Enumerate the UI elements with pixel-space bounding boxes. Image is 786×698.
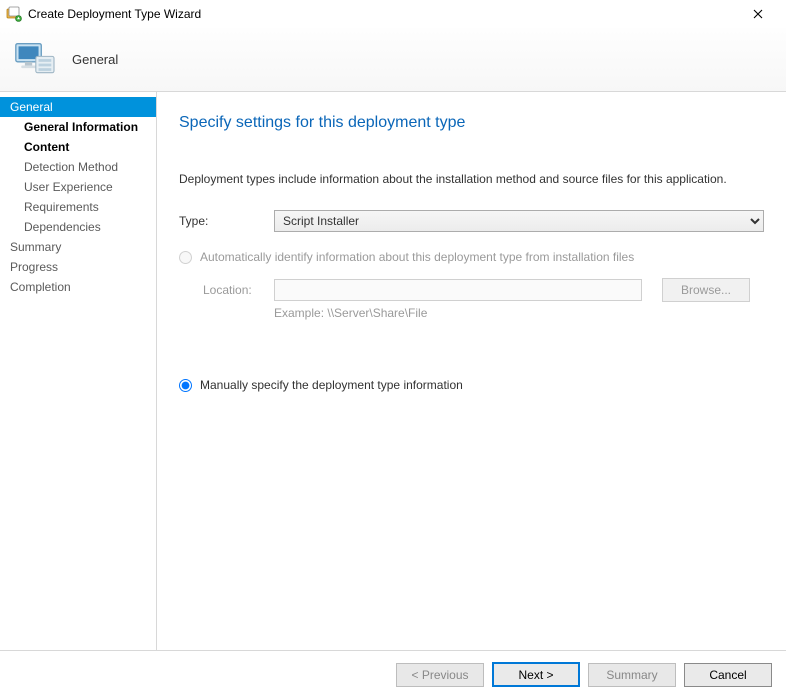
radio-auto: Automatically identify information about… [179, 250, 764, 264]
radio-auto-input [179, 251, 192, 264]
close-button[interactable] [738, 0, 778, 28]
header-banner: General [0, 28, 786, 92]
footer: < Previous Next > Summary Cancel [0, 650, 786, 698]
radio-manual-label: Manually specify the deployment type inf… [200, 378, 463, 392]
sidebar-item-content[interactable]: Content [0, 137, 156, 157]
content-pane: Specify settings for this deployment typ… [157, 92, 786, 650]
sidebar-item-requirements[interactable]: Requirements [0, 197, 156, 217]
sidebar-item-general[interactable]: General [0, 97, 156, 117]
titlebar: Create Deployment Type Wizard [0, 0, 786, 28]
page-heading: Specify settings for this deployment typ… [179, 114, 764, 132]
summary-button: Summary [588, 663, 676, 687]
app-icon [6, 6, 22, 22]
radio-auto-label: Automatically identify information about… [200, 250, 634, 264]
radio-manual-input[interactable] [179, 379, 192, 392]
cancel-button[interactable]: Cancel [684, 663, 772, 687]
sidebar-item-progress[interactable]: Progress [0, 257, 156, 277]
sidebar-item-completion[interactable]: Completion [0, 277, 156, 297]
sidebar-item-summary[interactable]: Summary [0, 237, 156, 257]
type-select[interactable]: Script Installer [274, 210, 764, 232]
location-label: Location: [203, 283, 274, 297]
location-input [274, 279, 642, 301]
sidebar-item-detection-method[interactable]: Detection Method [0, 157, 156, 177]
browse-button: Browse... [662, 278, 750, 302]
sidebar: GeneralGeneral InformationContentDetecti… [0, 92, 157, 650]
type-label: Type: [179, 214, 274, 228]
page-description: Deployment types include information abo… [179, 172, 764, 186]
sidebar-item-user-experience[interactable]: User Experience [0, 177, 156, 197]
sidebar-item-dependencies[interactable]: Dependencies [0, 217, 156, 237]
next-button[interactable]: Next > [492, 662, 580, 687]
computer-icon [12, 40, 56, 80]
location-example: Example: \\Server\Share\File [274, 306, 764, 320]
sidebar-item-general-information[interactable]: General Information [0, 117, 156, 137]
window-title: Create Deployment Type Wizard [28, 7, 738, 21]
radio-manual[interactable]: Manually specify the deployment type inf… [179, 378, 764, 392]
header-page-name: General [72, 52, 118, 67]
previous-button: < Previous [396, 663, 484, 687]
